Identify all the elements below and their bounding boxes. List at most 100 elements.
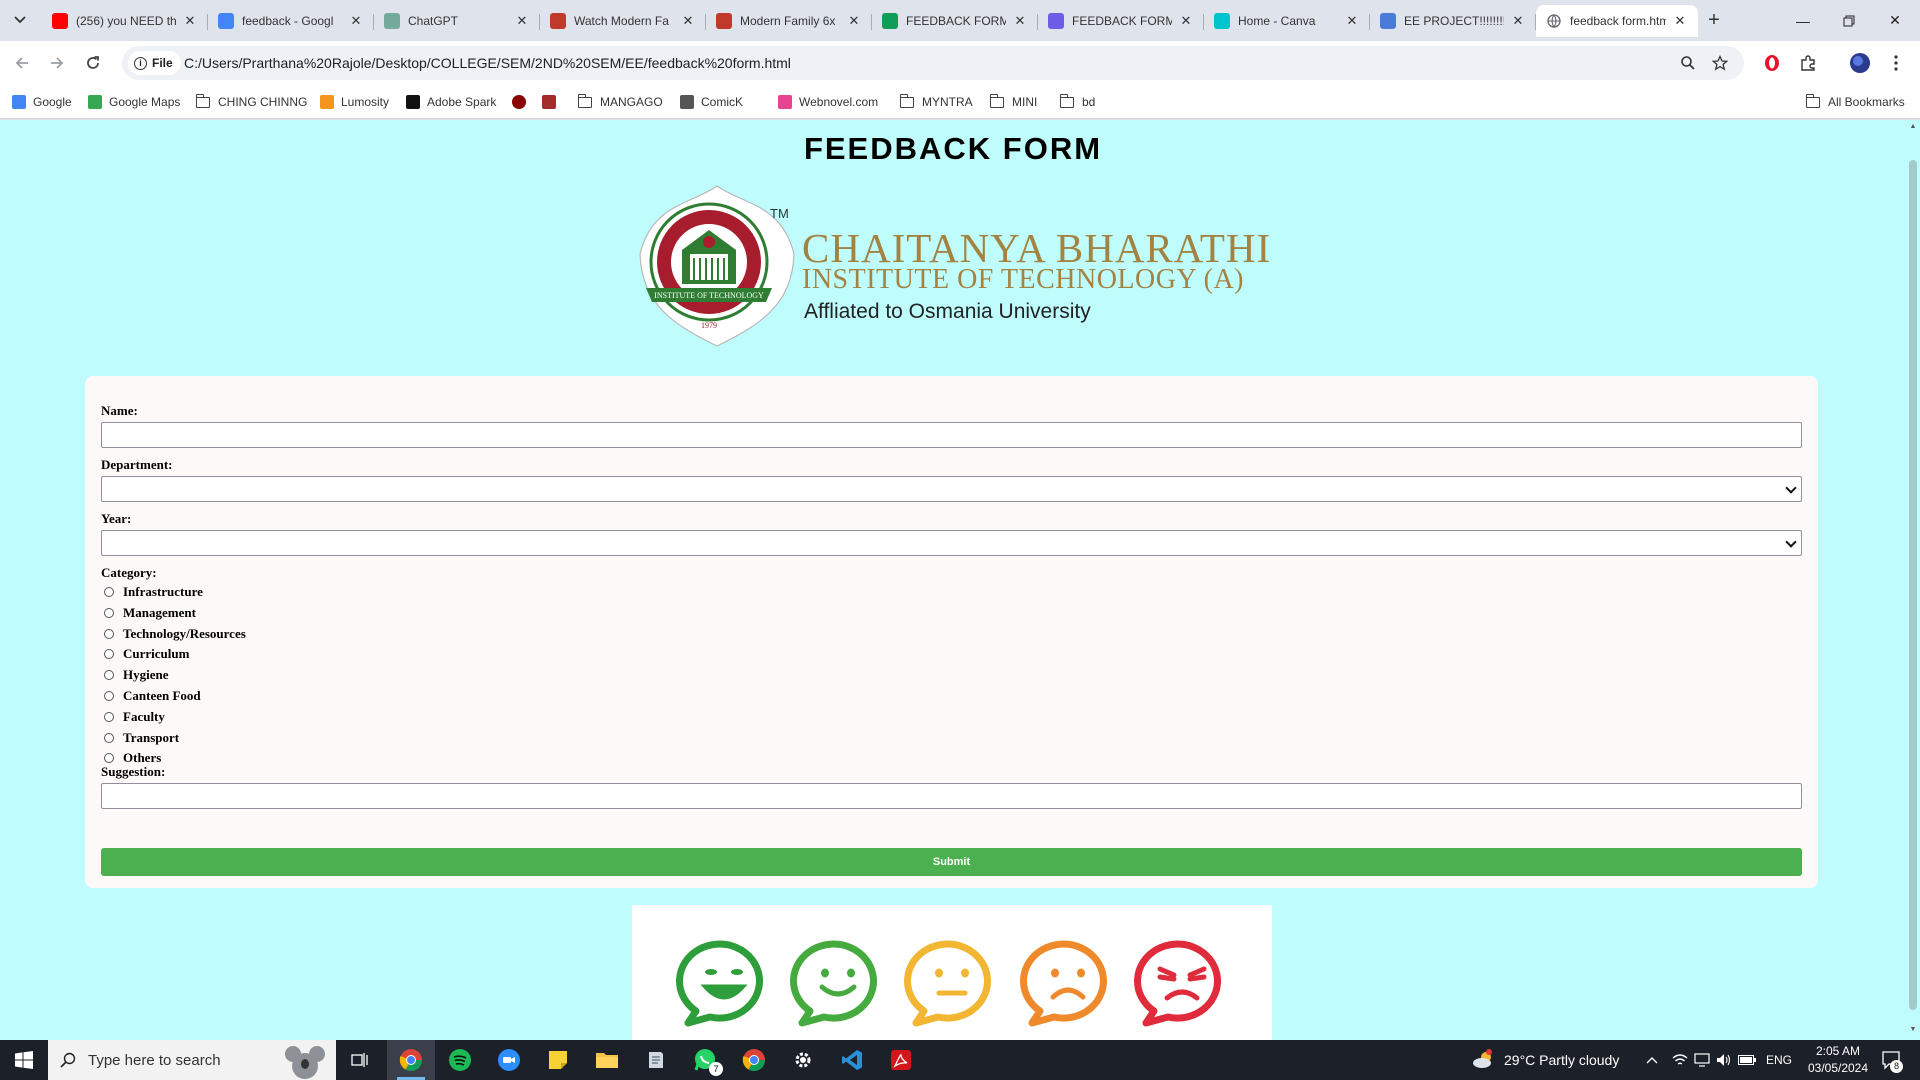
category-radio[interactable] <box>104 711 114 722</box>
taskbar-settings[interactable] <box>779 1040 827 1080</box>
clock-time[interactable]: 2:05 AM <box>1808 1044 1868 1058</box>
speaker-icon[interactable] <box>1716 1053 1732 1067</box>
tab-search-button[interactable] <box>6 8 34 32</box>
browser-tab[interactable]: feedback form.htm ✕ <box>1536 5 1698 37</box>
bookmark-site-5[interactable] <box>512 91 533 113</box>
zoom-icon[interactable] <box>1678 53 1698 73</box>
chevron-up-icon[interactable] <box>1646 1056 1658 1064</box>
clock-date[interactable]: 03/05/2024 <box>1804 1061 1872 1075</box>
taskbar-vscode[interactable] <box>828 1040 876 1080</box>
category-radio[interactable] <box>104 732 114 743</box>
category-radio[interactable] <box>104 587 114 597</box>
forward-button[interactable] <box>45 51 69 75</box>
bookmark-lumosity[interactable]: Lumosity <box>320 91 389 113</box>
category-option[interactable]: Management <box>104 604 196 622</box>
suggestion-input[interactable] <box>101 783 1802 809</box>
taskbar-search[interactable]: Type here to search <box>48 1040 336 1080</box>
bookmark-myntra[interactable]: MYNTRA <box>899 91 973 113</box>
year-select[interactable] <box>101 530 1802 556</box>
weather-text[interactable]: 29°C Partly cloudy <box>1504 1052 1619 1068</box>
browser-tab[interactable]: Modern Family 6x ✕ <box>706 5 872 37</box>
bookmark-webnovel-com[interactable]: Webnovel.com <box>778 91 878 113</box>
browser-tab[interactable]: ChatGPT ✕ <box>374 5 540 37</box>
category-option[interactable]: Hygiene <box>104 666 169 684</box>
browser-tab[interactable]: FEEDBACK FORM ✕ <box>1038 5 1204 37</box>
category-radio[interactable] <box>104 649 114 660</box>
page-scrollbar[interactable]: ▲ ▼ <box>1906 120 1920 1040</box>
rating-angry-icon[interactable] <box>1134 940 1221 1027</box>
rating-very-happy-icon[interactable] <box>676 940 763 1027</box>
category-radio[interactable] <box>104 607 114 618</box>
remote-desktop-icon[interactable] <box>1694 1053 1710 1067</box>
tab-close-icon[interactable]: ✕ <box>1178 13 1194 29</box>
taskbar-whatsapp[interactable]: 7 <box>681 1040 729 1080</box>
reload-button[interactable] <box>81 51 105 75</box>
bookmark-google-maps[interactable]: Google Maps <box>88 91 180 113</box>
taskbar-chrome-profile[interactable] <box>730 1040 778 1080</box>
tab-close-icon[interactable]: ✕ <box>846 13 862 29</box>
battery-icon[interactable] <box>1738 1055 1756 1065</box>
bookmark-mangago[interactable]: MANGAGO <box>577 91 663 113</box>
site-info-chip[interactable]: i File <box>128 51 181 75</box>
browser-tab[interactable]: feedback - Googl ✕ <box>208 5 374 37</box>
bookmark-google[interactable]: Google <box>12 91 72 113</box>
close-window-button[interactable]: ✕ <box>1872 0 1918 41</box>
opera-extension-icon[interactable] <box>1760 51 1784 75</box>
address-bar[interactable]: i File C:/Users/Prarthana%20Rajole/Deskt… <box>122 46 1744 80</box>
category-radio[interactable] <box>104 670 114 681</box>
minimize-button[interactable]: — <box>1780 0 1826 41</box>
extensions-icon[interactable] <box>1796 51 1820 75</box>
tab-close-icon[interactable]: ✕ <box>1672 13 1688 29</box>
taskbar-file-explorer[interactable] <box>583 1040 631 1080</box>
bookmark-ching-chinng[interactable]: CHING CHINNG <box>195 91 307 113</box>
bookmark-comick[interactable]: ComicK <box>680 91 743 113</box>
category-option[interactable]: Curriculum <box>104 645 189 663</box>
browser-tab[interactable]: EE PROJECT!!!!!!!! ✕ <box>1370 5 1536 37</box>
department-select[interactable] <box>101 476 1802 502</box>
new-tab-button[interactable]: + <box>1700 8 1728 32</box>
category-radio[interactable] <box>104 691 114 701</box>
profile-avatar[interactable] <box>1848 51 1872 75</box>
url-text[interactable]: C:/Users/Prarthana%20Rajole/Desktop/COLL… <box>184 55 791 71</box>
category-option[interactable]: Transport <box>104 729 179 747</box>
taskbar-notepad[interactable] <box>632 1040 680 1080</box>
restore-button[interactable] <box>1826 0 1872 41</box>
browser-tab[interactable]: (256) you NEED th ✕ <box>42 5 208 37</box>
category-radio[interactable] <box>104 753 114 764</box>
category-option[interactable]: Faculty <box>104 708 165 726</box>
scroll-down-icon[interactable]: ▼ <box>1909 1026 1917 1034</box>
tab-close-icon[interactable]: ✕ <box>1012 13 1028 29</box>
taskbar-chrome[interactable] <box>387 1040 435 1080</box>
tab-close-icon[interactable]: ✕ <box>182 13 198 29</box>
taskbar-sticky-notes[interactable] <box>534 1040 582 1080</box>
category-option[interactable]: Technology/Resources <box>104 625 246 643</box>
taskbar-acrobat[interactable] <box>877 1040 925 1080</box>
tab-close-icon[interactable]: ✕ <box>1510 13 1526 29</box>
tab-close-icon[interactable]: ✕ <box>514 13 530 29</box>
rating-sad-icon[interactable] <box>1020 940 1107 1027</box>
bookmark-site-6[interactable] <box>542 91 563 113</box>
taskbar-zoom[interactable] <box>485 1040 533 1080</box>
language-indicator[interactable]: ENG <box>1766 1053 1792 1067</box>
wifi-icon[interactable] <box>1672 1053 1688 1067</box>
category-radio[interactable] <box>104 628 114 639</box>
rating-neutral-icon[interactable] <box>904 940 991 1027</box>
task-view-button[interactable] <box>336 1040 384 1080</box>
category-option[interactable]: Canteen Food <box>104 687 201 705</box>
tab-close-icon[interactable]: ✕ <box>680 13 696 29</box>
bookmark-all-bookmarks[interactable]: All Bookmarks <box>1805 91 1905 113</box>
bookmark-adobe-spark[interactable]: Adobe Spark <box>406 91 496 113</box>
category-option[interactable]: Infrastructure <box>104 583 203 601</box>
start-button[interactable] <box>0 1040 48 1080</box>
bookmark-bd[interactable]: bd <box>1059 91 1095 113</box>
menu-icon[interactable] <box>1884 51 1908 75</box>
bookmark-mini[interactable]: MINI <box>989 91 1037 113</box>
tab-close-icon[interactable]: ✕ <box>1344 13 1360 29</box>
scrollbar-thumb[interactable] <box>1909 160 1917 1010</box>
browser-tab[interactable]: Home - Canva ✕ <box>1204 5 1370 37</box>
rating-happy-icon[interactable] <box>790 940 877 1027</box>
scroll-up-icon[interactable]: ▲ <box>1909 123 1917 131</box>
name-input[interactable] <box>101 422 1802 448</box>
submit-button[interactable]: Submit <box>101 848 1802 876</box>
browser-tab[interactable]: Watch Modern Fa ✕ <box>540 5 706 37</box>
